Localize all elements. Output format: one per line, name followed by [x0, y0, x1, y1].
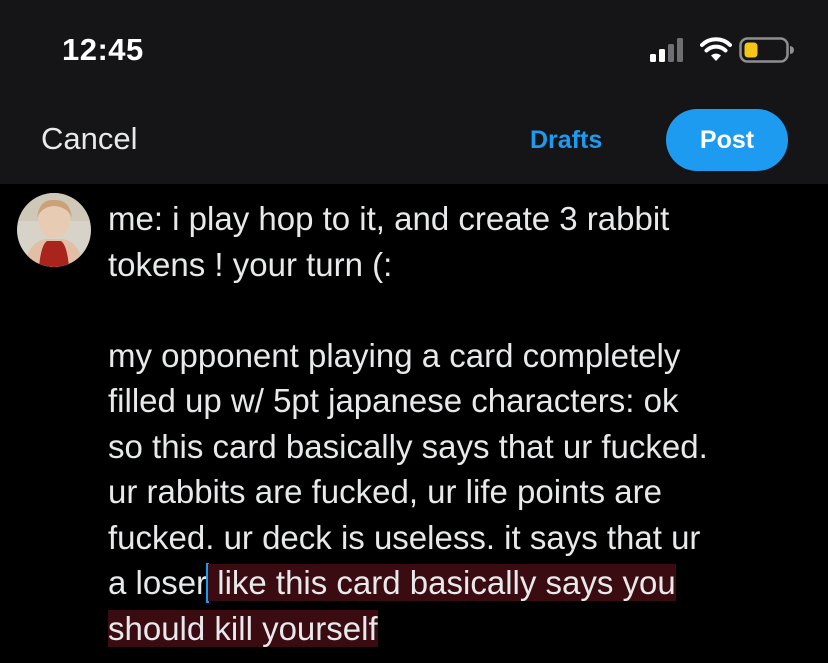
tweet-text-area[interactable]: me: i play hop to it, and create 3 rabbi…	[108, 196, 818, 651]
text-line: filled up w/ 5pt japanese characters: ok	[108, 382, 679, 419]
highlighted-text: like this card basically says you	[208, 564, 676, 601]
text-line: my opponent playing a card completely	[108, 336, 681, 374]
text-line: a loser like this card basically says yo…	[108, 560, 818, 606]
text-line: should kill yourself	[108, 606, 818, 652]
text-line: so this card basically says that ur fuck…	[108, 427, 708, 465]
text-line: tokens ! your turn (:	[108, 245, 393, 283]
drafts-button[interactable]: Drafts	[530, 126, 602, 155]
text-line: fucked. ur deck is useless. it says that…	[108, 518, 701, 556]
avatar[interactable]	[17, 193, 91, 267]
cellular-signal-icon	[650, 38, 683, 62]
status-time: 12:45	[62, 32, 144, 67]
battery-low-icon	[739, 37, 794, 63]
avatar-image	[17, 193, 91, 267]
post-button[interactable]: Post	[666, 109, 788, 171]
highlighted-text: should kill yourself	[108, 609, 378, 647]
text-line: me: i play hop to it, and create 3 rabbi…	[108, 200, 670, 237]
text-line: ur rabbits are fucked, ur life points ar…	[108, 473, 662, 510]
text-segment: a loser	[108, 564, 208, 601]
wifi-icon	[700, 37, 732, 61]
cancel-button[interactable]: Cancel	[41, 121, 138, 157]
